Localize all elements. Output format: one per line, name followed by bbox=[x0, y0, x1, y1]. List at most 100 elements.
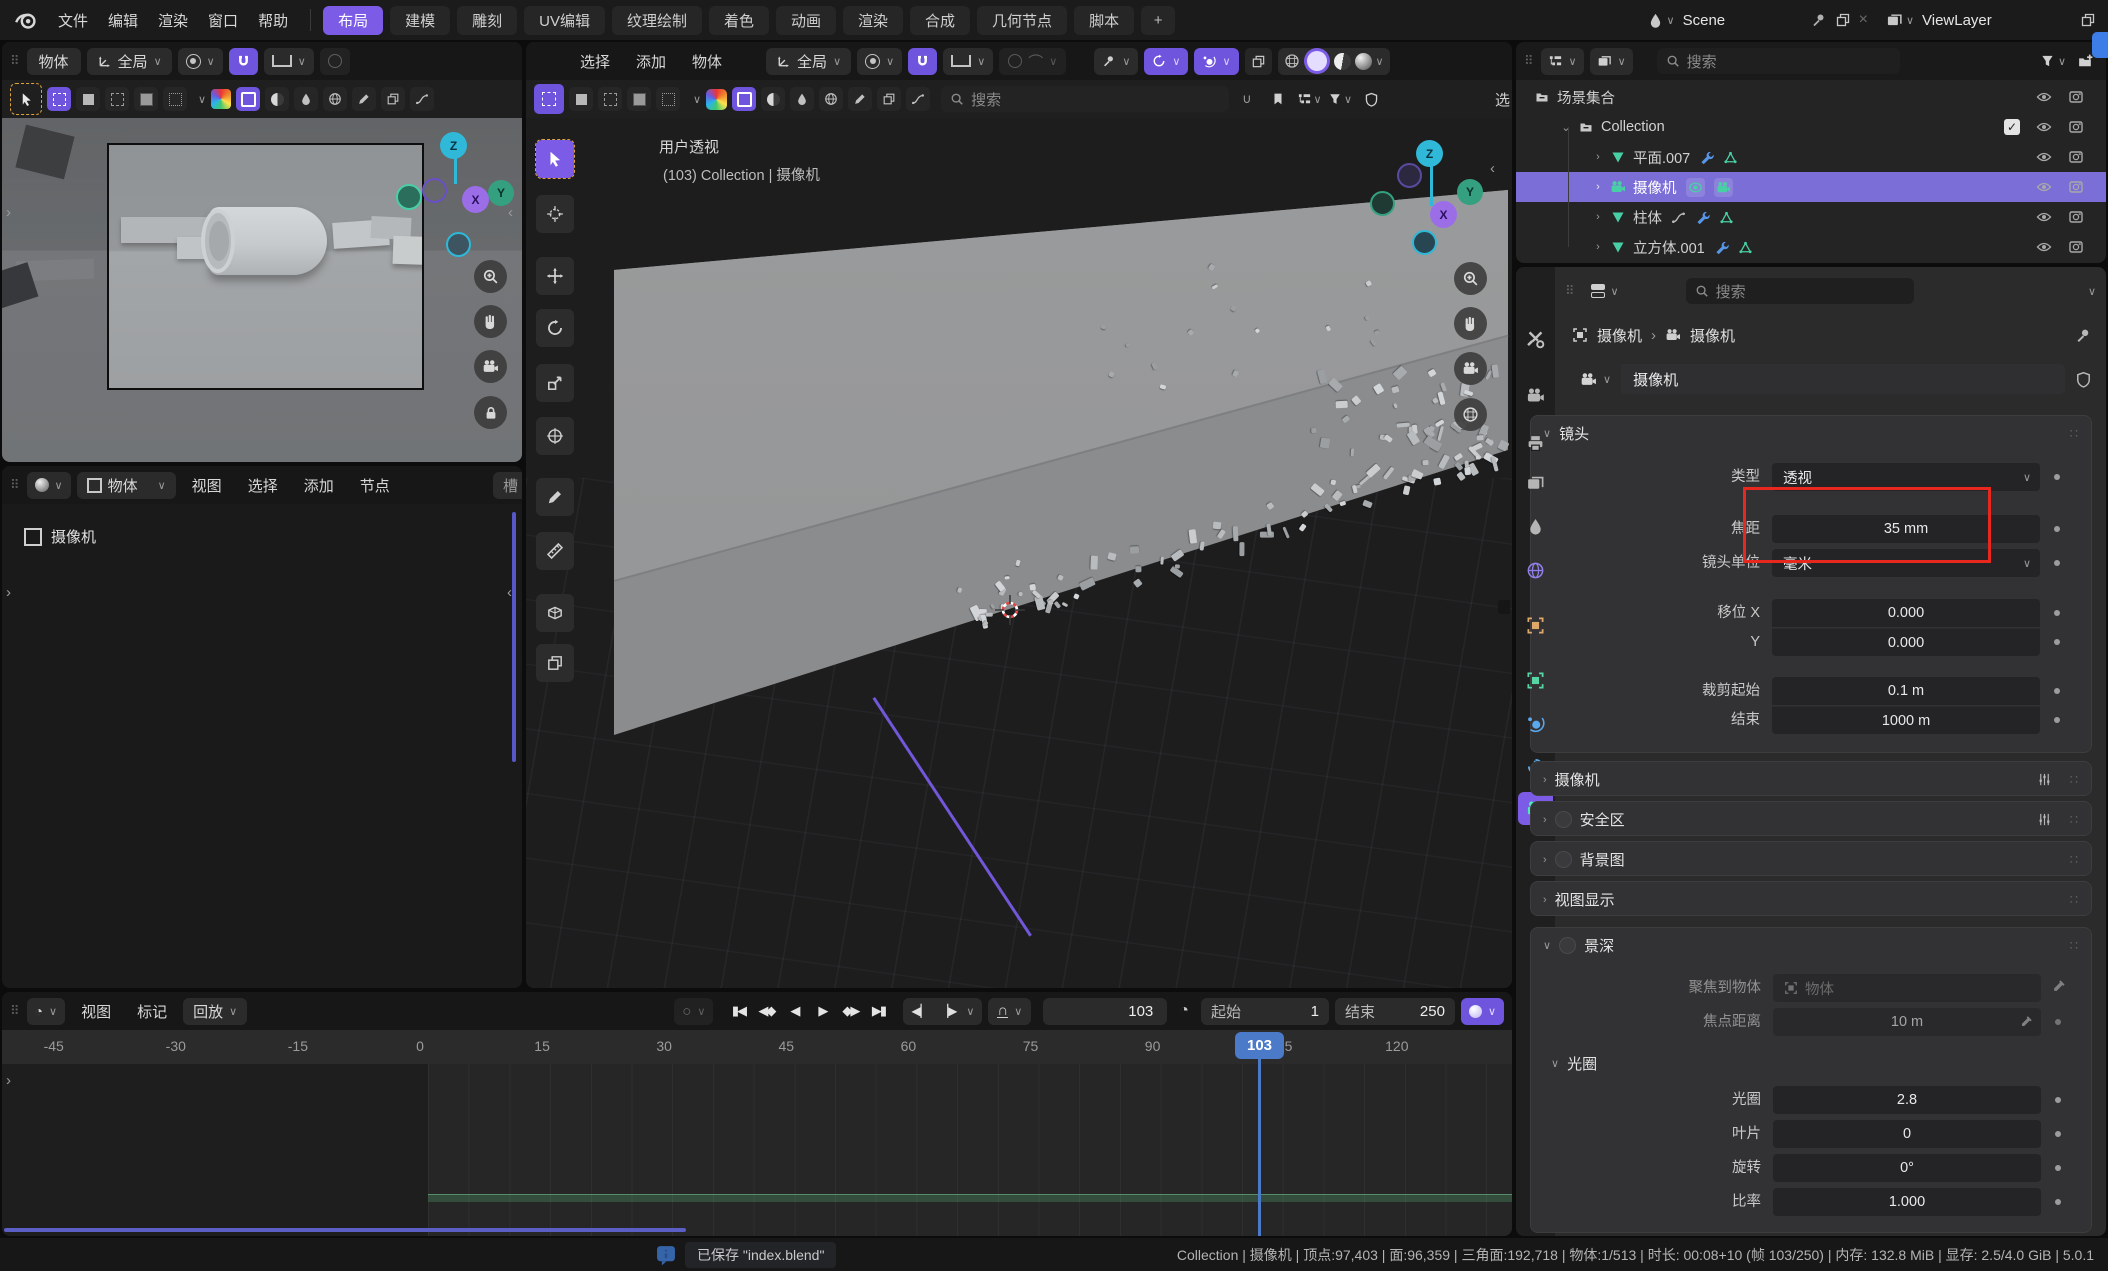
scene-icon[interactable]: ∨ bbox=[1647, 12, 1675, 29]
globe-icon[interactable] bbox=[819, 87, 843, 111]
timeline-ruler[interactable]: -45-30-150153045607590105120 bbox=[2, 1030, 1512, 1065]
axis-z-ball[interactable]: Z bbox=[1416, 140, 1443, 167]
workspace-tab-9[interactable]: 几何节点 bbox=[977, 6, 1067, 35]
topbar-menu-1[interactable]: 编辑 bbox=[98, 7, 148, 34]
animate-dot[interactable] bbox=[2054, 688, 2060, 694]
menu-node[interactable]: 节点 bbox=[350, 472, 400, 499]
outliner-item-label[interactable]: 平面.007 bbox=[1633, 147, 1690, 168]
expander-icon[interactable]: › bbox=[1590, 151, 1606, 163]
select-mode-4[interactable] bbox=[627, 87, 651, 111]
disable-render-icon[interactable] bbox=[2068, 149, 2084, 165]
shading-material[interactable] bbox=[1334, 53, 1351, 70]
camera-view-canvas[interactable]: Z X Y › ‹ bbox=[2, 118, 522, 462]
workspace-tab-4[interactable]: 纹理绘制 bbox=[612, 6, 702, 35]
scene-name[interactable]: Scene bbox=[1683, 12, 1803, 29]
animate-dot[interactable] bbox=[2054, 526, 2060, 532]
wrench-badge-icon[interactable] bbox=[1695, 210, 1710, 225]
workspace-tab-7[interactable]: 渲染 bbox=[843, 6, 903, 35]
panel-grip[interactable]: ∷ bbox=[2070, 938, 2079, 954]
prev-keyframe-button[interactable]: ◀◆ bbox=[753, 998, 779, 1024]
annotate-union-icon[interactable]: ∪ bbox=[1234, 86, 1260, 112]
disable-render-icon[interactable] bbox=[2068, 89, 2084, 105]
shading-wireframe[interactable] bbox=[1284, 53, 1300, 69]
presets-icon[interactable] bbox=[2037, 812, 2052, 827]
panel-title[interactable]: 安全区 bbox=[1580, 809, 1625, 830]
select-subtract-mode[interactable] bbox=[105, 87, 129, 111]
orientation-select[interactable]: 全局∨ bbox=[87, 48, 172, 75]
disable-render-icon[interactable] bbox=[2068, 209, 2084, 225]
filter-icon[interactable]: ∨ bbox=[1327, 86, 1353, 112]
ortho-view-button[interactable] bbox=[1454, 398, 1487, 431]
zoom-button[interactable] bbox=[474, 260, 507, 293]
axis-neg-y-ball[interactable] bbox=[396, 184, 422, 210]
aperture-field[interactable]: 0° bbox=[1773, 1154, 2041, 1182]
frame-end-field[interactable]: 结束250 bbox=[1335, 998, 1455, 1025]
breadcrumb-object[interactable]: 摄像机 bbox=[1597, 325, 1642, 346]
panel-grip[interactable]: ∷ bbox=[2070, 772, 2079, 788]
shading-rendered[interactable] bbox=[1355, 53, 1372, 70]
properties-tab-object-data-alt[interactable] bbox=[1518, 664, 1553, 697]
properties-tab-render[interactable] bbox=[1518, 379, 1553, 412]
pin-id-icon[interactable] bbox=[2075, 327, 2092, 344]
breadcrumb-data[interactable]: 摄像机 bbox=[1690, 325, 1735, 346]
editor-grip[interactable]: ⠿ bbox=[10, 477, 21, 493]
menu-view[interactable]: 视图 bbox=[71, 998, 121, 1025]
topbar-menu-4[interactable]: 帮助 bbox=[248, 7, 298, 34]
pivot-point-select[interactable]: ∨ bbox=[178, 48, 223, 75]
properties-search[interactable]: 搜索 bbox=[1686, 278, 1914, 304]
cursor-tool[interactable] bbox=[536, 195, 574, 233]
filter-icon[interactable]: ∨ bbox=[2040, 48, 2066, 74]
snap-with-select[interactable]: ∨ bbox=[264, 48, 314, 75]
brush-icon[interactable] bbox=[848, 87, 872, 111]
pan-button[interactable] bbox=[1454, 307, 1487, 340]
viewport-search[interactable]: 搜索 bbox=[941, 86, 1229, 112]
expander-icon[interactable]: ⌄ bbox=[1558, 121, 1574, 134]
region-expand-icon[interactable]: › bbox=[6, 1072, 11, 1089]
orientation-select[interactable]: 全局∨ bbox=[766, 48, 851, 75]
person-icon[interactable] bbox=[790, 87, 814, 111]
properties-tab-tool[interactable] bbox=[1518, 323, 1553, 356]
timeline-tracks[interactable]: › bbox=[2, 1064, 1512, 1236]
axis-z-ball[interactable]: Z bbox=[440, 132, 467, 159]
active-tool-select-box[interactable] bbox=[534, 84, 564, 114]
clip-start-field[interactable]: 0.1 m bbox=[1772, 677, 2040, 705]
hide-eye-icon[interactable] bbox=[2036, 89, 2052, 105]
properties-tab-view-layer[interactable] bbox=[1518, 467, 1553, 500]
region-expand-icon[interactable]: › bbox=[6, 204, 11, 221]
disable-render-icon[interactable] bbox=[2068, 239, 2084, 255]
presets-icon[interactable] bbox=[2037, 772, 2052, 787]
select-intersect-mode[interactable] bbox=[163, 87, 187, 111]
properties-tab-physics[interactable] bbox=[1518, 707, 1553, 740]
properties-tab-scene[interactable] bbox=[1518, 510, 1553, 543]
region-expand-icon[interactable]: › bbox=[6, 584, 11, 601]
show-gizmo-select[interactable]: ∨ bbox=[1094, 48, 1138, 75]
properties-options-icon[interactable]: ∨ bbox=[2088, 285, 2096, 298]
region-collapse-icon[interactable]: ‹ bbox=[508, 204, 513, 221]
select-mode-5[interactable] bbox=[656, 87, 680, 111]
expander-icon[interactable]: › bbox=[1590, 241, 1606, 253]
editor-grip[interactable]: ⠿ bbox=[1565, 283, 1576, 299]
animate-dot[interactable] bbox=[2054, 560, 2060, 566]
properties-tab-output[interactable] bbox=[1518, 427, 1553, 460]
jump-to-start-button[interactable]: ▮◀ bbox=[725, 998, 751, 1024]
editor-type-select[interactable]: ◔∨ bbox=[27, 998, 66, 1025]
hide-eye-icon[interactable] bbox=[2036, 239, 2052, 255]
datablock-name-field[interactable]: 摄像机 bbox=[1621, 364, 2065, 394]
stack-icon[interactable] bbox=[381, 87, 405, 111]
falloff-sphere-icon[interactable] bbox=[211, 89, 231, 109]
tweak-tool-icon[interactable] bbox=[236, 87, 260, 111]
disable-render-icon[interactable] bbox=[2068, 179, 2084, 195]
hide-eye-icon[interactable] bbox=[2036, 209, 2052, 225]
collection-checkbox[interactable]: ✓ bbox=[2004, 119, 2020, 135]
select-tool[interactable] bbox=[536, 140, 574, 178]
topbar-menu-0[interactable]: 文件 bbox=[48, 7, 98, 34]
animate-dot[interactable] bbox=[2055, 1097, 2061, 1103]
auto-keying-toggle[interactable]: ○∨ bbox=[674, 998, 713, 1025]
gizmos-toggle[interactable]: ∨ bbox=[1144, 48, 1188, 75]
falloff-sphere-icon[interactable] bbox=[706, 89, 727, 110]
workspace-tab-6[interactable]: 动画 bbox=[776, 6, 836, 35]
rotate-tool[interactable] bbox=[536, 309, 574, 347]
workspace-tab-5[interactable]: 着色 bbox=[709, 6, 769, 35]
axis-neg-y-ball[interactable] bbox=[1370, 191, 1395, 216]
annotate-tool[interactable] bbox=[536, 478, 574, 516]
